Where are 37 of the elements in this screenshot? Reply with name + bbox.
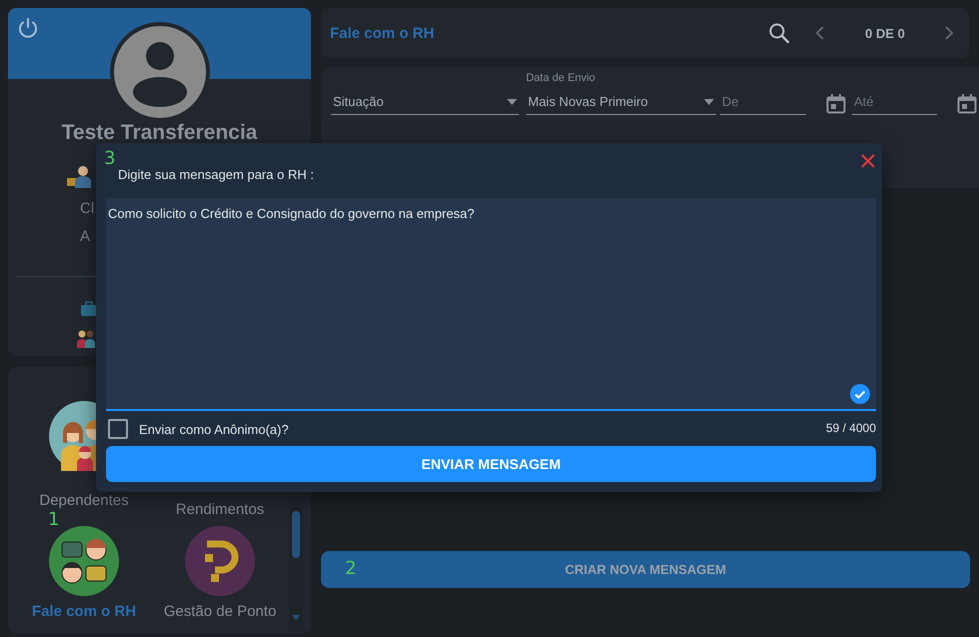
user-name: Teste Transferencia bbox=[60, 122, 258, 144]
chevron-right-icon bbox=[943, 25, 955, 41]
message-field[interactable]: Como solicito o Crédito e Consignado do governo na empresa? bbox=[106, 198, 876, 411]
send-message-button[interactable]: ENVIAR MENSAGEM bbox=[106, 446, 876, 482]
calendar-icon bbox=[826, 94, 846, 114]
page-counter: 0 DE 0 bbox=[864, 26, 906, 40]
menu-item[interactable]: Gestão de Ponto bbox=[164, 604, 276, 620]
checkbox-label: Enviar como Anônimo(a)? bbox=[139, 422, 289, 437]
dialog-label: Digite sua mensagem para o RH : bbox=[118, 167, 315, 184]
step-number: 1 bbox=[48, 510, 60, 530]
profile-info: A bbox=[80, 228, 90, 246]
status-select[interactable]: Situação bbox=[331, 89, 519, 115]
search-icon bbox=[768, 22, 790, 44]
profile-info: Cl bbox=[80, 200, 94, 218]
character-counter: 59 / 4000 bbox=[826, 421, 876, 435]
order-select[interactable]: Mais Novas Primeiro bbox=[526, 89, 716, 115]
menu-item[interactable]: Fale com o RH bbox=[32, 604, 136, 620]
field-label: Data de Envio bbox=[526, 72, 596, 85]
page-title: Fale com o RH bbox=[330, 24, 434, 42]
worker-icon bbox=[66, 164, 92, 188]
date-from-field[interactable]: De bbox=[720, 89, 806, 115]
hook-icon bbox=[185, 526, 255, 596]
menu-item[interactable]: Dependentes bbox=[39, 493, 129, 509]
close-icon[interactable] bbox=[861, 154, 875, 168]
calendar-icon bbox=[957, 94, 977, 114]
step-number: 2 bbox=[345, 559, 356, 579]
menu-item[interactable]: Rendimentos bbox=[176, 502, 264, 518]
chevron-left-icon bbox=[814, 25, 826, 41]
chat-people-icon bbox=[49, 526, 119, 596]
caret-icon bbox=[704, 98, 714, 104]
people-icon bbox=[76, 329, 98, 349]
date-to-field[interactable]: Até bbox=[852, 89, 937, 115]
power-icon bbox=[17, 17, 39, 39]
anonymous-checkbox[interactable] bbox=[108, 419, 128, 439]
step-number: 3 bbox=[104, 149, 116, 169]
briefcase-icon bbox=[80, 301, 98, 317]
caret-icon bbox=[507, 98, 517, 104]
